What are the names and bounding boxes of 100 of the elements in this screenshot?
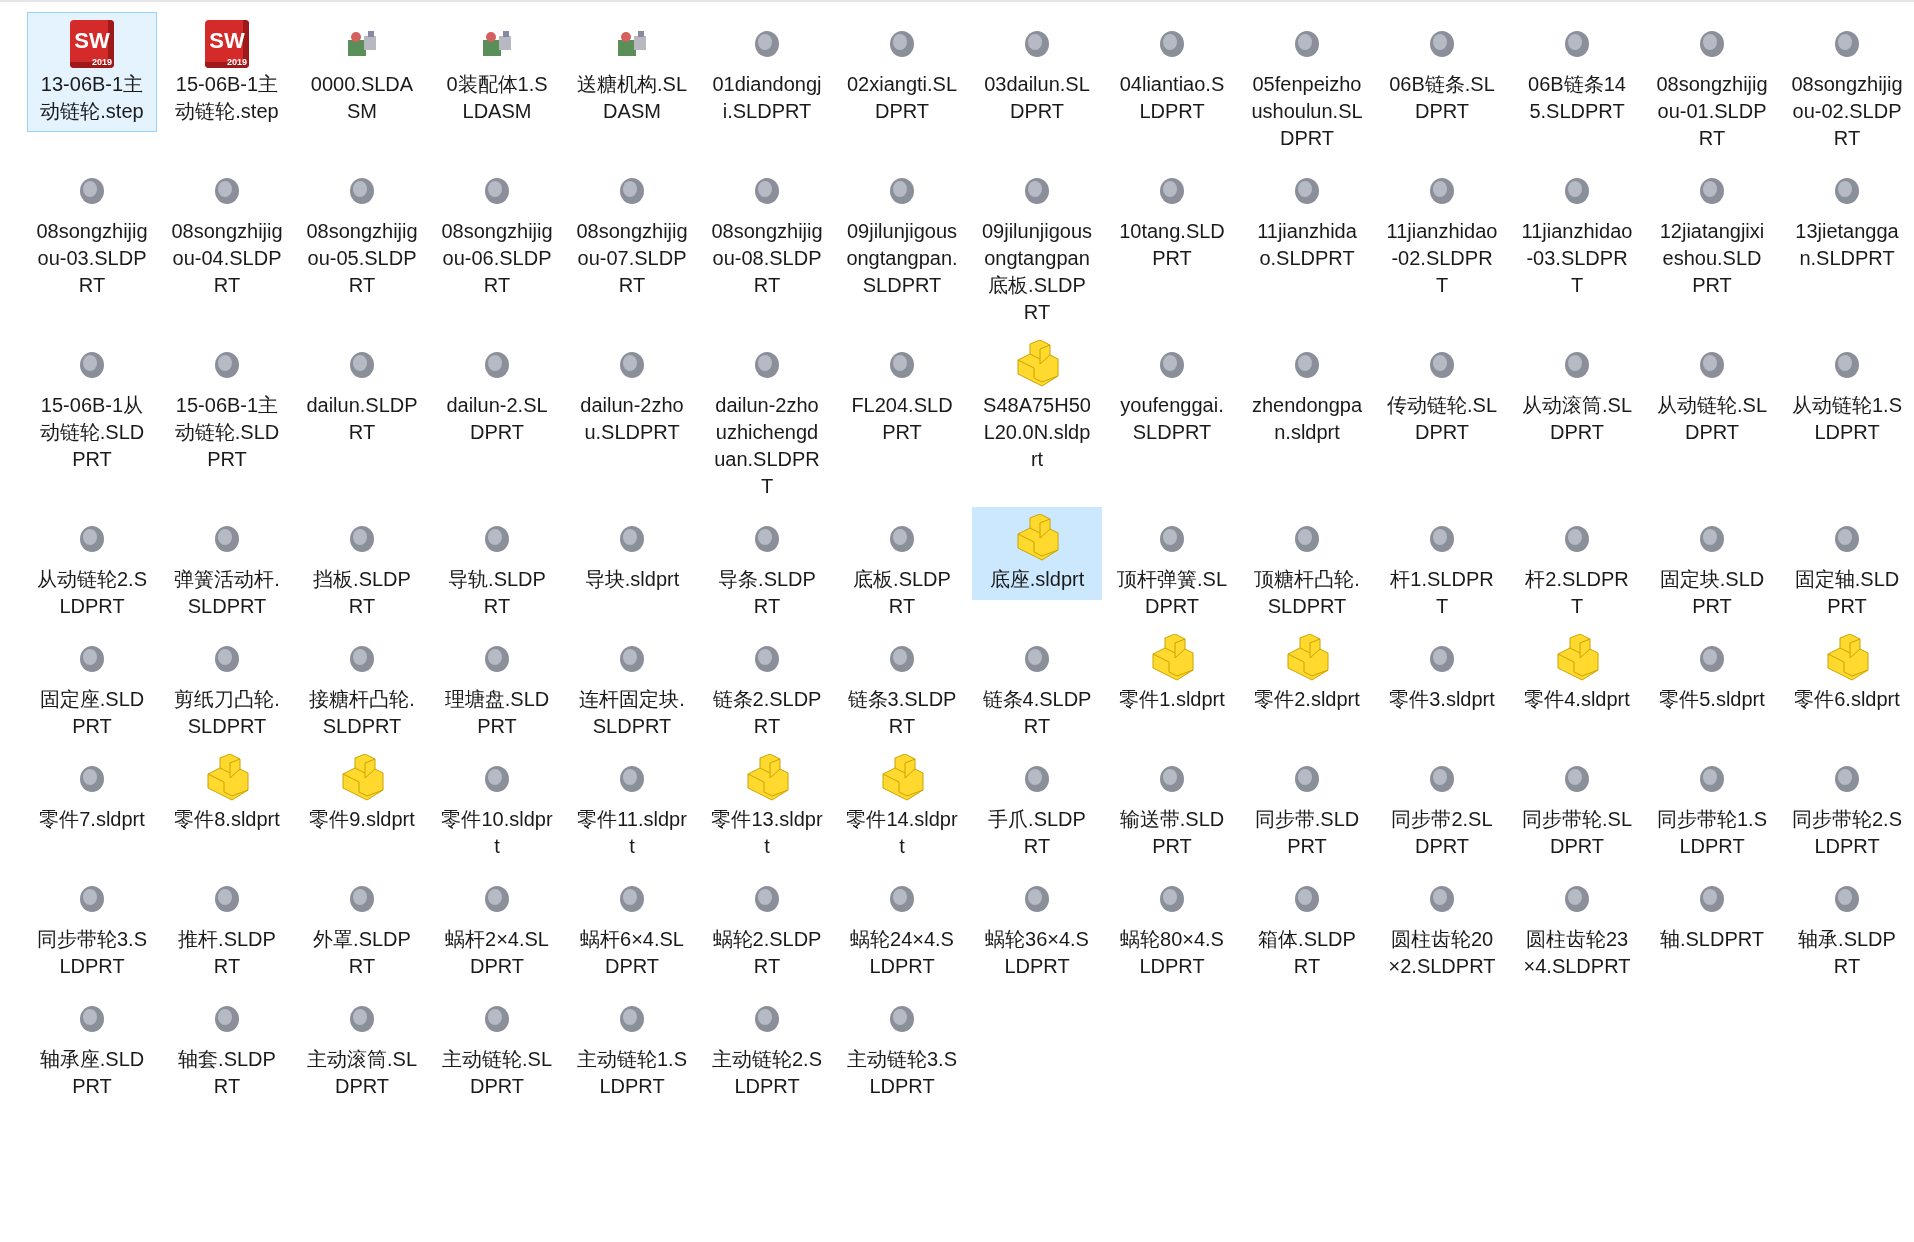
file-item[interactable]: 送糖机构.SLDASM [567, 12, 697, 132]
file-item[interactable]: 10tang.SLDPRT [1107, 159, 1237, 279]
file-item[interactable]: 底座.sldprt [972, 507, 1102, 600]
file-item[interactable]: 主动链轮1.SLDPRT [567, 987, 697, 1107]
file-item[interactable]: 零件14.sldprt [837, 747, 967, 867]
file-item[interactable]: 08songzhijigou-08.SLDPRT [702, 159, 832, 306]
file-item[interactable]: 同步带轮3.SLDPRT [27, 867, 157, 987]
file-item[interactable]: dailun.SLDPRT [297, 333, 427, 453]
file-item[interactable]: 理塘盘.SLDPRT [432, 627, 562, 747]
file-item[interactable]: 同步带.SLDPRT [1242, 747, 1372, 867]
file-item[interactable]: 外罩.SLDPRT [297, 867, 427, 987]
file-item[interactable]: 轴承.SLDPRT [1782, 867, 1912, 987]
file-item[interactable]: dailun-2.SLDPRT [432, 333, 562, 453]
file-item[interactable]: 固定座.SLDPRT [27, 627, 157, 747]
file-item[interactable]: youfenggai.SLDPRT [1107, 333, 1237, 453]
file-item[interactable]: 剪纸刀凸轮.SLDPRT [162, 627, 292, 747]
file-item[interactable]: FL204.SLDPRT [837, 333, 967, 453]
file-item[interactable]: SW 2019 15-06B-1主动链轮.step [162, 12, 292, 132]
file-item[interactable]: 08songzhijigou-01.SLDPRT [1647, 12, 1777, 159]
file-item[interactable]: 蜗轮80×4.SLDPRT [1107, 867, 1237, 987]
file-item[interactable]: 同步带轮1.SLDPRT [1647, 747, 1777, 867]
file-item[interactable]: dailun-2zhouzhichengduan.SLDPRT [702, 333, 832, 507]
file-item[interactable]: 蜗轮2.SLDPRT [702, 867, 832, 987]
file-item[interactable]: 零件7.sldprt [27, 747, 157, 840]
file-item[interactable]: 04liantiao.SLDPRT [1107, 12, 1237, 132]
file-item[interactable]: 08songzhijigou-03.SLDPRT [27, 159, 157, 306]
file-item[interactable]: 接糖杆凸轮.SLDPRT [297, 627, 427, 747]
file-item[interactable]: 05fenpeizhoushoulun.SLDPRT [1242, 12, 1372, 159]
file-item[interactable]: 蜗杆2×4.SLDPRT [432, 867, 562, 987]
file-item[interactable]: 15-06B-1主动链轮.SLDPRT [162, 333, 292, 480]
file-item[interactable]: 链条3.SLDPRT [837, 627, 967, 747]
file-item[interactable]: 主动链轮.SLDPRT [432, 987, 562, 1107]
file-item[interactable]: 从动滚筒.SLDPRT [1512, 333, 1642, 453]
file-item[interactable]: 固定块.SLDPRT [1647, 507, 1777, 627]
file-item[interactable]: 蜗轮36×4.SLDPRT [972, 867, 1102, 987]
file-item[interactable]: 从动链轮1.SLDPRT [1782, 333, 1912, 453]
file-item[interactable]: 蜗轮24×4.SLDPRT [837, 867, 967, 987]
file-item[interactable]: 0000.SLDASM [297, 12, 427, 132]
file-item[interactable]: 轴套.SLDPRT [162, 987, 292, 1107]
file-item[interactable]: 09jilunjigousongtangpan.SLDPRT [837, 159, 967, 306]
file-item[interactable]: 从动链轮2.SLDPRT [27, 507, 157, 627]
file-item[interactable]: 08songzhijigou-02.SLDPRT [1782, 12, 1912, 159]
file-item[interactable]: 零件3.sldprt [1377, 627, 1507, 720]
file-item[interactable]: 顶杆弹簧.SLDPRT [1107, 507, 1237, 627]
file-item[interactable]: 同步带2.SLDPRT [1377, 747, 1507, 867]
file-item[interactable]: dailun-2zhou.SLDPRT [567, 333, 697, 453]
file-item[interactable]: 零件5.sldprt [1647, 627, 1777, 720]
file-item[interactable]: 11jianzhidao-03.SLDPRT [1512, 159, 1642, 306]
file-item[interactable]: 零件13.sldprt [702, 747, 832, 867]
file-item[interactable]: 顶糖杆凸轮.SLDPRT [1242, 507, 1372, 627]
file-item[interactable]: 杆2.SLDPRT [1512, 507, 1642, 627]
file-item[interactable]: 从动链轮.SLDPRT [1647, 333, 1777, 453]
file-item[interactable]: 零件10.sldprt [432, 747, 562, 867]
file-item[interactable]: 零件1.sldprt [1107, 627, 1237, 720]
file-item[interactable]: 箱体.SLDPRT [1242, 867, 1372, 987]
file-item[interactable]: 杆1.SLDPRT [1377, 507, 1507, 627]
file-item[interactable]: 08songzhijigou-05.SLDPRT [297, 159, 427, 306]
file-item[interactable]: 挡板.SLDPRT [297, 507, 427, 627]
file-item[interactable]: 08songzhijigou-04.SLDPRT [162, 159, 292, 306]
file-item[interactable]: 零件9.sldprt [297, 747, 427, 840]
file-item[interactable]: 连杆固定块.SLDPRT [567, 627, 697, 747]
file-item[interactable]: 12jiatangjixieshou.SLDPRT [1647, 159, 1777, 306]
file-item[interactable]: 主动滚筒.SLDPRT [297, 987, 427, 1107]
file-item[interactable]: 推杆.SLDPRT [162, 867, 292, 987]
file-item[interactable]: 同步带轮.SLDPRT [1512, 747, 1642, 867]
file-item[interactable]: 轴承座.SLDPRT [27, 987, 157, 1107]
file-item[interactable]: 弹簧活动杆.SLDPRT [162, 507, 292, 627]
file-item[interactable]: 导条.SLDPRT [702, 507, 832, 627]
file-item[interactable]: 轴.SLDPRT [1647, 867, 1777, 960]
file-item[interactable]: 零件8.sldprt [162, 747, 292, 840]
file-item[interactable]: 02xiangti.SLDPRT [837, 12, 967, 132]
file-item[interactable]: 底板.SLDPRT [837, 507, 967, 627]
file-item[interactable]: 零件11.sldprt [567, 747, 697, 867]
file-item[interactable]: 11jianzhidao-02.SLDPRT [1377, 159, 1507, 306]
file-item[interactable]: 蜗杆6×4.SLDPRT [567, 867, 697, 987]
file-item[interactable]: 同步带轮2.SLDPRT [1782, 747, 1912, 867]
file-item[interactable]: 零件4.sldprt [1512, 627, 1642, 720]
file-item[interactable]: 03dailun.SLDPRT [972, 12, 1102, 132]
file-item[interactable]: 主动链轮2.SLDPRT [702, 987, 832, 1107]
file-item[interactable]: 01diandongji.SLDPRT [702, 12, 832, 132]
file-item[interactable]: 06B链条145.SLDPRT [1512, 12, 1642, 132]
file-item[interactable]: SW 2019 13-06B-1主动链轮.step [27, 12, 157, 132]
file-item[interactable]: 13jietanggan.SLDPRT [1782, 159, 1912, 279]
file-item[interactable]: 主动链轮3.SLDPRT [837, 987, 967, 1107]
file-item[interactable]: 链条2.SLDPRT [702, 627, 832, 747]
file-item[interactable]: 圆柱齿轮23×4.SLDPRT [1512, 867, 1642, 987]
file-item[interactable]: zhendongpan.sldprt [1242, 333, 1372, 453]
file-item[interactable]: 手爪.SLDPRT [972, 747, 1102, 867]
file-item[interactable]: 输送带.SLDPRT [1107, 747, 1237, 867]
file-item[interactable]: 06B链条.SLDPRT [1377, 12, 1507, 132]
file-item[interactable]: 08songzhijigou-06.SLDPRT [432, 159, 562, 306]
file-item[interactable]: 零件2.sldprt [1242, 627, 1372, 720]
file-item[interactable]: 导块.sldprt [567, 507, 697, 600]
file-item[interactable]: 固定轴.SLDPRT [1782, 507, 1912, 627]
file-item[interactable]: 09jilunjigousongtangpan底板.SLDPRT [972, 159, 1102, 333]
file-item[interactable]: 链条4.SLDPRT [972, 627, 1102, 747]
file-item[interactable]: 零件6.sldprt [1782, 627, 1912, 720]
file-item[interactable]: 圆柱齿轮20×2.SLDPRT [1377, 867, 1507, 987]
file-item[interactable]: 15-06B-1从动链轮.SLDPRT [27, 333, 157, 480]
file-item[interactable]: 传动链轮.SLDPRT [1377, 333, 1507, 453]
